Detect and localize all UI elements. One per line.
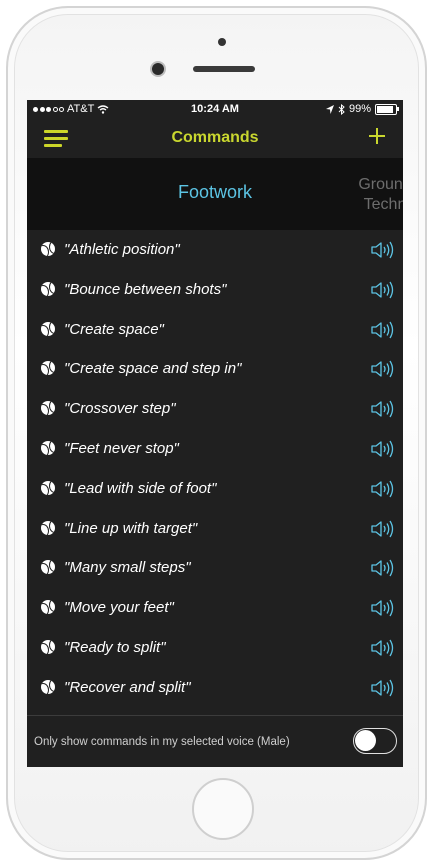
command-label: "Create space and step in" — [64, 360, 242, 378]
command-row[interactable]: "Crossover step" — [27, 389, 403, 429]
toggle-knob — [355, 730, 376, 751]
tennis-ball-icon — [41, 560, 55, 575]
speaker-icon[interactable] — [370, 638, 394, 658]
command-row[interactable]: "Move your feet" — [27, 588, 403, 628]
tennis-ball-icon — [41, 520, 55, 535]
front-camera — [218, 38, 226, 46]
command-label: "Line up with target" — [64, 519, 198, 537]
command-label: "Ready to split" — [64, 638, 166, 656]
command-row[interactable]: "Line up with target" — [27, 509, 403, 549]
tennis-ball-icon — [41, 600, 55, 615]
home-button[interactable] — [192, 778, 254, 840]
battery-icon — [375, 103, 399, 115]
tennis-ball-icon — [41, 321, 55, 336]
battery-percent: 99% — [348, 103, 371, 115]
voice-filter-footer: Only show commands in my selected voice … — [27, 715, 403, 767]
earpiece-speaker — [193, 66, 255, 72]
speaker-icon[interactable] — [370, 598, 394, 618]
tennis-ball-icon — [41, 281, 55, 296]
tennis-ball-icon — [41, 679, 55, 694]
speaker-icon[interactable] — [370, 479, 394, 499]
app-screen: AT&T 10:24 AM 99% Commands Footwork Grou… — [27, 100, 403, 767]
page-title: Commands — [171, 129, 259, 146]
tennis-ball-icon — [41, 440, 55, 455]
speaker-icon[interactable] — [370, 320, 394, 340]
tennis-ball-icon — [41, 480, 55, 495]
speaker-icon[interactable] — [370, 439, 394, 459]
command-row[interactable]: "Feet never stop" — [27, 429, 403, 469]
tennis-ball-icon — [41, 639, 55, 654]
command-label: "Move your feet" — [64, 599, 174, 617]
command-row[interactable]: "Recover and split" — [27, 668, 403, 708]
command-row[interactable]: "Lead with side of foot" — [27, 469, 403, 509]
speaker-icon[interactable] — [370, 240, 394, 260]
add-command-plus-icon[interactable] — [369, 128, 385, 144]
tennis-ball-icon — [41, 242, 55, 256]
command-label: "Bounce between shots" — [64, 280, 227, 298]
speaker-icon[interactable] — [370, 558, 394, 578]
command-label: "Create space" — [64, 320, 164, 338]
command-label: "Feet never stop" — [64, 439, 179, 457]
voice-filter-toggle[interactable] — [353, 728, 397, 754]
command-row[interactable]: "Ready to split" — [27, 628, 403, 668]
command-label: "Lead with side of foot" — [64, 479, 217, 497]
tab-next-line1: Ground — [358, 176, 403, 193]
proximity-sensor — [152, 63, 164, 75]
voice-filter-label: Only show commands in my selected voice … — [34, 736, 290, 748]
command-row[interactable]: "Many small steps" — [27, 548, 403, 588]
command-row[interactable]: "Create space and step in" — [27, 349, 403, 389]
speaker-icon[interactable] — [370, 399, 394, 419]
command-label: "Recover and split" — [64, 678, 191, 696]
status-bar: AT&T 10:24 AM 99% — [27, 100, 403, 120]
command-list: "Athletic position" "Bounce between shots… — [27, 230, 403, 708]
command-row[interactable]: "Athletic position" — [27, 230, 403, 270]
tab-footwork[interactable]: Footwork — [147, 182, 283, 203]
tennis-ball-icon — [41, 401, 55, 416]
bluetooth-icon — [338, 103, 345, 115]
category-tabs: Footwork Ground Techn — [27, 158, 403, 230]
speaker-icon[interactable] — [370, 678, 394, 698]
command-label: "Crossover step" — [64, 400, 176, 418]
tab-groundstroke-technique[interactable]: Ground Techn — [345, 175, 403, 215]
location-icon — [325, 104, 334, 114]
tab-next-line2: Techn — [363, 196, 403, 213]
speaker-icon[interactable] — [370, 519, 394, 539]
speaker-icon[interactable] — [370, 359, 394, 379]
command-label: "Many small steps" — [64, 559, 191, 577]
tennis-ball-icon — [41, 361, 55, 376]
command-row[interactable]: "Create space" — [27, 310, 403, 350]
command-row[interactable]: "Bounce between shots" — [27, 270, 403, 310]
speaker-icon[interactable] — [370, 280, 394, 300]
nav-bar: Commands — [27, 120, 403, 158]
command-label: "Athletic position" — [64, 241, 180, 258]
